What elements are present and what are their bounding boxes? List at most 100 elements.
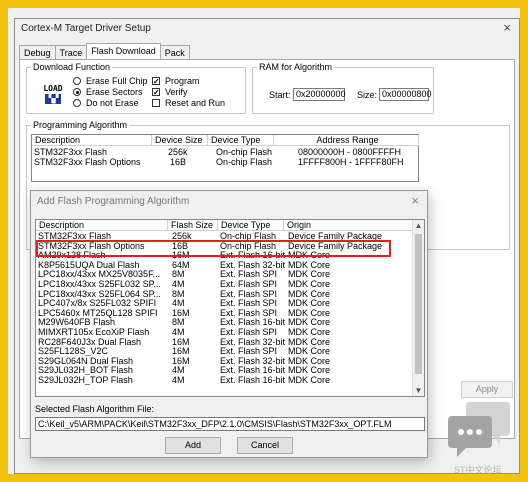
list-cell: MDK Core xyxy=(288,347,331,357)
list-cell: MDK Core xyxy=(288,328,331,337)
list-cell: 64M xyxy=(172,260,190,270)
list-cell: MDK Core xyxy=(288,260,331,270)
close-icon[interactable]: × xyxy=(411,193,419,208)
checkmark-icon: ✓ xyxy=(152,88,160,97)
scroll-thumb[interactable] xyxy=(415,234,422,374)
ram-legend: RAM for Algorithm xyxy=(259,62,333,72)
table-cell[interactable]: 1FFFF800H - 1FFFF80FH xyxy=(298,158,404,167)
list-cell: MDK Core xyxy=(288,280,331,289)
list-cell: Ext. Flash 16-bit xyxy=(220,376,286,385)
table-cell[interactable]: 08000000H - 0800FFFFH xyxy=(298,148,401,157)
list-cell: 16M xyxy=(172,356,190,366)
list-cell: Ext. Flash SPI xyxy=(220,347,278,357)
list-cell: RC28F640J3x Dual Flash xyxy=(38,337,142,347)
reset-and-run-label: Reset and Run xyxy=(165,98,226,108)
list-cell: 16M xyxy=(172,347,190,357)
list-cell: MDK Core xyxy=(288,376,331,385)
program-checkbox[interactable]: ✓ Program xyxy=(152,76,200,86)
column-header-device-type[interactable]: Device Type xyxy=(208,135,274,146)
list-cell: LPC18xx/43xx MX25V8035F... xyxy=(38,270,161,280)
table-cell[interactable]: On-chip Flash xyxy=(216,148,272,157)
list-item[interactable]: S29JL032H_BOT Flash 4M Ext. Flash 16-bit MD… xyxy=(36,366,414,375)
table-cell[interactable]: STM32F3xx Flash Options xyxy=(34,158,141,167)
column-header-description[interactable]: Description xyxy=(32,135,152,146)
list-cell: 4M xyxy=(172,299,185,309)
list-cell: MDK Core xyxy=(288,337,331,347)
programming-algorithm-legend: Programming Algorithm xyxy=(33,120,128,130)
column-header-description[interactable]: Description xyxy=(36,220,168,231)
column-header-device-type[interactable]: Device Type xyxy=(218,220,284,231)
size-input[interactable]: 0x00000800 xyxy=(379,88,432,101)
list-cell: LPC407x/8x S25FL032 SPIFI xyxy=(38,299,157,309)
column-header-address-range[interactable]: Address Range xyxy=(274,135,419,146)
table-cell[interactable]: 256k xyxy=(168,148,188,157)
verify-checkbox[interactable]: ✓ Verify xyxy=(152,87,188,97)
list-cell: Ext. Flash SPI xyxy=(220,289,278,299)
radio-selected-icon xyxy=(73,88,81,96)
table-cell[interactable]: STM32F3xx Flash xyxy=(34,148,107,157)
list-item[interactable]: LPC407x/8x S25FL032 SPIFI 4M Ext. Flash SP… xyxy=(36,299,414,308)
load-icon: LOAD ▚▞ xyxy=(39,84,67,110)
list-cell: S29JL032H_BOT Flash xyxy=(38,366,133,376)
load-icon-graphic: ▚▞ xyxy=(45,94,61,104)
list-cell: 8M xyxy=(172,318,185,328)
add-flash-algorithm-dialog: Add Flash Programming Algorithm × Descri… xyxy=(30,190,428,458)
list-item[interactable]: LPC18xx/43xx S25FL064 SP... 8M Ext. Flash … xyxy=(36,290,414,299)
watermark-text: ST中文论坛 xyxy=(454,465,502,475)
list-cell: LPC5460x MT25QL128 SPIFI xyxy=(38,308,158,318)
list-cell: Ext. Flash SPI xyxy=(220,270,278,280)
list-item[interactable]: K8P5615UQA Dual Flash 64M Ext. Flash 32-bi… xyxy=(36,261,414,270)
verify-label: Verify xyxy=(165,87,188,97)
table-cell[interactable]: 16B xyxy=(170,158,186,167)
radio-icon xyxy=(73,99,81,107)
checkbox-icon xyxy=(152,99,160,107)
list-cell: S25FL128S_V2C xyxy=(38,347,109,357)
list-item[interactable]: S25FL128S_V2C 16M Ext. Flash SPI MDK Core xyxy=(36,347,414,356)
list-item[interactable]: M29W640FB Flash 8M Ext. Flash 16-bit MDK Co… xyxy=(36,318,414,327)
reset-and-run-checkbox[interactable]: Reset and Run xyxy=(152,98,225,108)
list-cell: Ext. Flash SPI xyxy=(220,328,278,337)
list-item[interactable]: RC28F640J3x Dual Flash 16M Ext. Flash 32-b… xyxy=(36,338,414,347)
window-title: Cortex-M Target Driver Setup xyxy=(21,23,151,34)
selected-file-label: Selected Flash Algorithm File: xyxy=(35,404,155,414)
list-cell: Ext. Flash SPI xyxy=(220,308,278,318)
close-icon[interactable]: × xyxy=(503,20,511,35)
erase-sectors-radio[interactable]: Erase Sectors xyxy=(73,87,143,97)
ram-for-algorithm-group: RAM for Algorithm Start: 0x20000000 Size… xyxy=(252,62,434,114)
column-header-origin[interactable]: Origin xyxy=(284,220,413,231)
list-cell: Ext. Flash 32-bit xyxy=(220,337,286,347)
list-cell: MIMXRT105x EcoXiP Flash xyxy=(38,328,150,337)
column-header-flash-size[interactable]: Flash Size xyxy=(168,220,218,231)
tab-flash-download[interactable]: Flash Download xyxy=(86,43,161,60)
list-item[interactable]: LPC18xx/43xx S25FL032 SP... 4M Ext. Flash … xyxy=(36,280,414,289)
cancel-button[interactable]: Cancel xyxy=(237,437,293,454)
table-cell[interactable]: On-chip Flash xyxy=(216,158,272,167)
selected-file-path: C:\Keil_v5\ARM\PACK\Keil\STM32F3xx_DFP\2… xyxy=(35,417,425,431)
list-cell: S29GL064N Dual Flash xyxy=(38,356,134,366)
vertical-scrollbar[interactable]: ▲ ▼ xyxy=(412,220,424,396)
list-item[interactable]: MIMXRT105x EcoXiP Flash 4M Ext. Flash SPI M… xyxy=(36,328,414,337)
list-cell: Ext. Flash 32-bit xyxy=(220,356,286,366)
start-address-input[interactable]: 0x20000000 xyxy=(293,88,346,101)
list-item[interactable]: LPC18xx/43xx MX25V8035F... 8M Ext. Flash S… xyxy=(36,270,414,279)
list-cell: Ext. Flash SPI xyxy=(220,299,278,309)
list-cell: K8P5615UQA Dual Flash xyxy=(38,260,140,270)
list-item[interactable]: LPC5460x MT25QL128 SPIFI 16M Ext. Flash SP… xyxy=(36,309,414,318)
list-cell: MDK Core xyxy=(288,356,331,366)
dialog-title: Add Flash Programming Algorithm xyxy=(37,196,190,207)
scroll-up-icon[interactable]: ▲ xyxy=(413,220,424,231)
checkmark-icon: ✓ xyxy=(152,77,160,86)
list-item[interactable]: S29JL032H_TOP Flash 4M Ext. Flash 16-bit MD… xyxy=(36,376,414,385)
erase-full-chip-radio[interactable]: Erase Full Chip xyxy=(73,76,148,86)
column-header-device-size[interactable]: Device Size xyxy=(152,135,208,146)
program-label: Program xyxy=(165,76,200,86)
add-button[interactable]: Add xyxy=(165,437,221,454)
list-cell: 4M xyxy=(172,328,185,337)
scroll-down-icon[interactable]: ▼ xyxy=(413,385,424,396)
list-cell: 8M xyxy=(172,270,185,280)
download-function-group: Download Function LOAD ▚▞ Erase Full Chip… xyxy=(26,62,246,114)
list-cell: 16M xyxy=(172,308,190,318)
list-item[interactable]: S29GL064N Dual Flash 16M Ext. Flash 32-bit… xyxy=(36,357,414,366)
do-not-erase-radio[interactable]: Do not Erase xyxy=(73,98,139,108)
list-cell: MDK Core xyxy=(288,366,331,376)
